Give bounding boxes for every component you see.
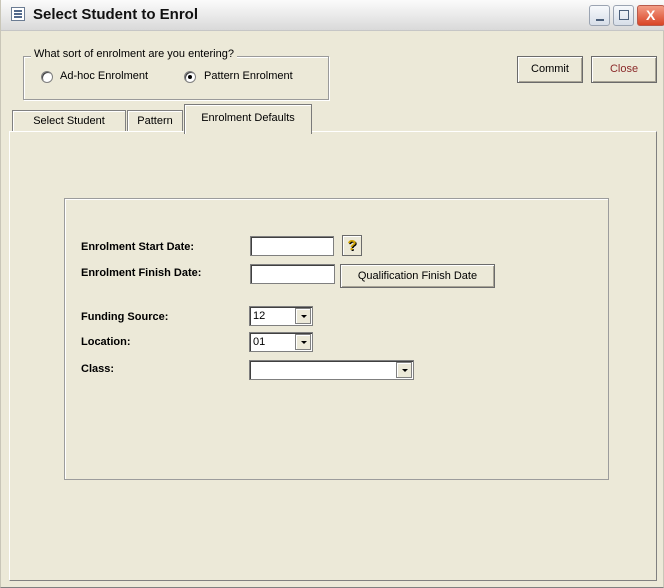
finish-date-input[interactable] [250,264,335,284]
maximize-button[interactable] [613,5,634,26]
chevron-down-icon[interactable] [295,334,311,350]
ad-hoc-label[interactable]: Ad-hoc Enrolment [60,70,148,82]
form-icon [11,7,25,21]
tab-enrolment-defaults[interactable]: Enrolment Defaults [184,104,312,134]
funding-source-value: 12 [253,310,266,322]
pattern-radio[interactable] [184,71,196,83]
enrolment-type-question: What sort of enrolment are you entering? [31,48,237,60]
finish-date-label: Enrolment Finish Date: [81,267,202,279]
minimize-button[interactable] [589,5,610,26]
start-date-label: Enrolment Start Date: [81,241,195,253]
start-date-input[interactable] [250,236,334,256]
chevron-down-icon[interactable] [396,362,412,378]
question-mark-icon: ? [347,237,357,254]
commit-button[interactable]: Commit [517,56,583,83]
location-label: Location: [81,336,131,348]
tab-select-student[interactable]: Select Student [12,110,126,133]
location-value: 01 [253,336,266,348]
minimize-icon [596,19,604,21]
close-button[interactable]: Close [591,56,657,83]
close-icon: X [646,7,656,23]
chevron-down-icon[interactable] [295,308,311,324]
location-select[interactable]: 01 [249,332,313,352]
maximize-icon [619,10,629,20]
funding-source-select[interactable]: 12 [249,306,313,326]
ad-hoc-radio[interactable] [41,71,53,83]
class-label: Class: [81,363,115,375]
class-select[interactable] [249,360,414,380]
enrol-window: Select Student to Enrol X What sort of e… [0,0,664,588]
title-bar[interactable]: Select Student to Enrol X [1,0,664,31]
window-title: Select Student to Enrol [33,6,199,23]
tab-pattern[interactable]: Pattern [127,110,183,133]
funding-source-label: Funding Source: [81,311,169,323]
window-close-button[interactable]: X [637,5,664,26]
pattern-label[interactable]: Pattern Enrolment [204,70,293,82]
qualification-finish-date-button[interactable]: Qualification Finish Date [340,264,495,288]
help-button[interactable]: ? [342,235,362,256]
